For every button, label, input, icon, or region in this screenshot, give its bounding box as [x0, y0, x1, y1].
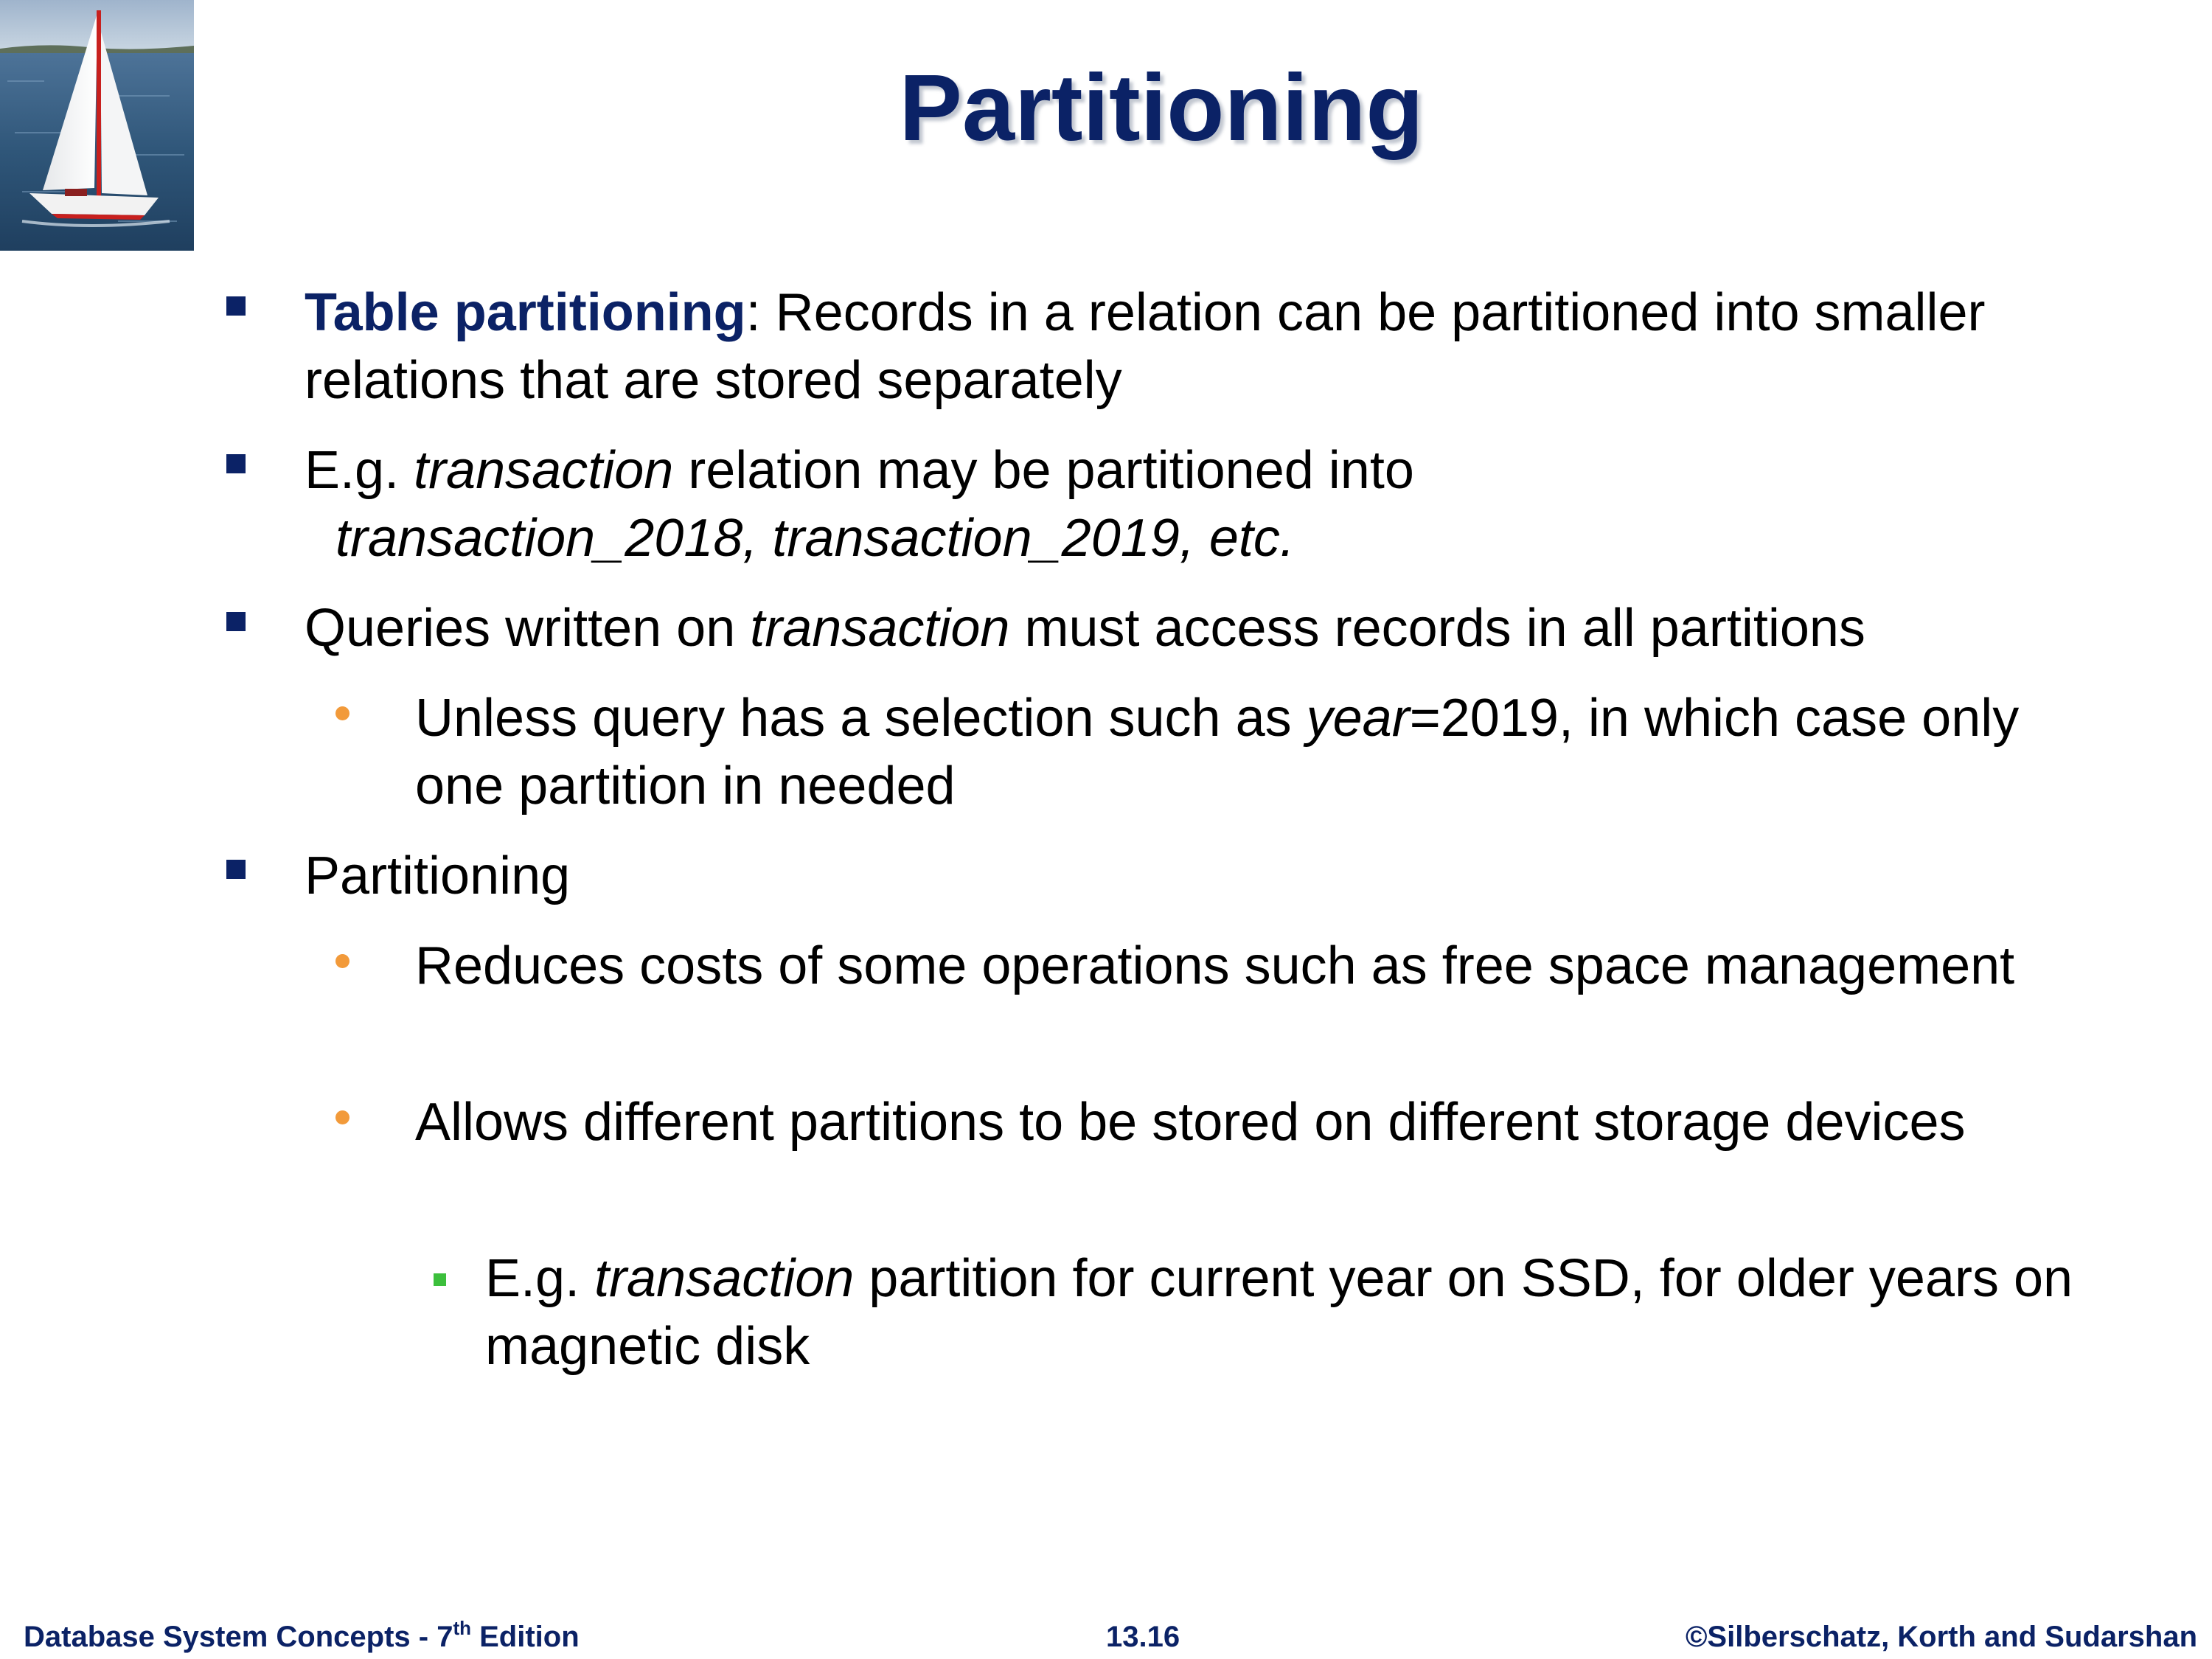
bullet-text-pre: E.g.	[305, 441, 414, 500]
bullet-marker-icon	[226, 612, 246, 631]
bullet-marker-icon	[226, 296, 246, 316]
bullet-queries: Queries written on transaction must acce…	[305, 594, 2148, 662]
footer-book-sup: th	[453, 1617, 471, 1639]
slide-title: Partitioning	[899, 55, 1424, 161]
sub-bullet-reduces-costs: Reduces costs of some operations such as…	[415, 932, 2074, 1000]
bullet-text: Reduces costs of some operations such as…	[415, 936, 2015, 995]
slide: Partitioning Table partitioning: Records…	[0, 0, 2212, 1659]
bullet-marker-icon	[226, 454, 246, 473]
sub-bullet-marker-icon	[335, 954, 349, 968]
bullet-text-italic: transaction	[750, 599, 1010, 658]
sub-bullet-marker-icon	[335, 706, 349, 720]
footer-book-suffix: Edition	[471, 1621, 580, 1653]
footer-book-title: Database System Concepts - 7th Edition	[24, 1618, 580, 1655]
sub-bullet-unless-query: Unless query has a selection such as yea…	[415, 684, 2074, 820]
bullet-text: Partitioning	[305, 846, 571, 905]
bullet-text: relation may be partitioned into	[673, 441, 1414, 500]
bullet-text-pre: Unless query has a selection such as	[415, 689, 1307, 748]
bullet-example-transaction: E.g. transaction relation may be partiti…	[305, 437, 2148, 572]
sub-sub-bullet-ssd: E.g. transaction partition for current y…	[485, 1245, 2107, 1380]
bullet-partitioning: Partitioning	[305, 842, 2148, 910]
footer-copyright: ©Silberschatz, Korth and Sudarshan	[1685, 1621, 2197, 1653]
footer-book: Database System Concepts - 7	[24, 1621, 453, 1653]
bullet-text-italic: year	[1306, 689, 1410, 748]
bullet-text-pre: Queries written on	[305, 599, 751, 658]
bullet-text-italic: transaction	[414, 441, 674, 500]
footer-page-number: 13.16	[1106, 1621, 1180, 1653]
sub-bullet-different-devices: Allows different partitions to be stored…	[415, 1088, 2074, 1156]
bullet-text-line2: transaction_2018, transaction_2019, etc.	[335, 509, 1295, 568]
bullet-text-italic: transaction	[594, 1249, 855, 1308]
bullet-text: must access records in all partitions	[1009, 599, 1865, 658]
bullet-text-pre: E.g.	[485, 1249, 595, 1308]
sub-bullet-marker-icon	[335, 1110, 349, 1124]
bullet-marker-icon	[226, 860, 246, 879]
sub-sub-bullet-marker-icon	[434, 1273, 446, 1286]
bullet-table-partitioning: Table partitioning: Records in a relatio…	[305, 279, 2148, 414]
term-table-partitioning: Table partitioning	[305, 283, 746, 342]
bullet-text: Allows different partitions to be stored…	[415, 1093, 1966, 1152]
